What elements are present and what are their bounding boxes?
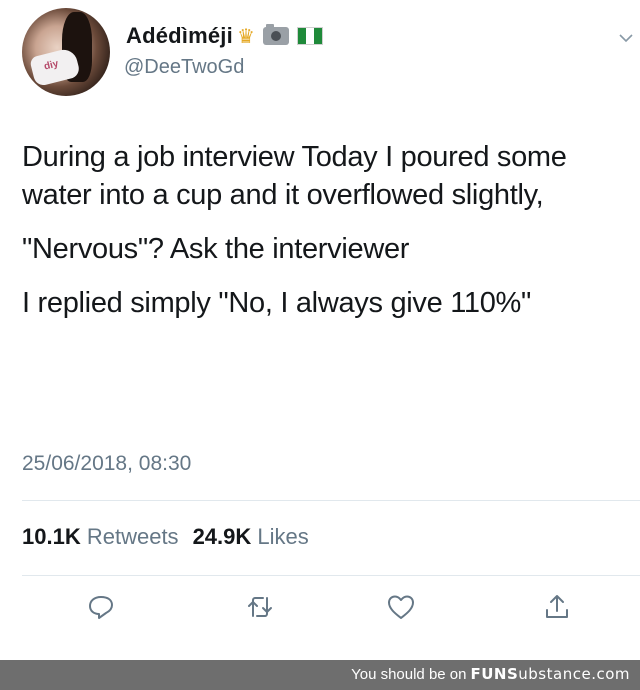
- tweet-text: During a job interview Today I poured so…: [22, 138, 632, 338]
- retweets-label: Retweets: [86, 524, 179, 549]
- reply-icon: [89, 596, 113, 619]
- footer-prefix: You should be on: [351, 666, 467, 683]
- camera-emoji-icon: [262, 24, 289, 45]
- engagement-stats: 10.1K Retweets 24.9K Likes: [22, 524, 309, 550]
- avatar[interactable]: diy: [22, 8, 110, 96]
- watermark-footer: You should be on FUNSubstance.com: [0, 660, 640, 690]
- divider: [22, 500, 640, 501]
- share-button[interactable]: [540, 590, 574, 624]
- name-row: Adédìméji ♛: [126, 22, 323, 50]
- tweet-timestamp[interactable]: 25/06/2018, 08:30: [22, 452, 191, 476]
- tweet-paragraph: I replied simply "No, I always give 110%…: [22, 287, 532, 319]
- display-name[interactable]: Adédìméji: [126, 23, 233, 49]
- retweet-icon: [248, 597, 272, 617]
- retweet-button[interactable]: [243, 590, 277, 624]
- tweet-card: diy Adédìméji ♛ @DeeTwoGd During a job i…: [0, 0, 640, 660]
- footer-brand[interactable]: FUNSubstance.com: [470, 665, 630, 683]
- heart-icon: [388, 595, 414, 619]
- chevron-down-icon[interactable]: [618, 30, 634, 46]
- tweet-paragraph: During a job interview Today I poured so…: [22, 141, 567, 211]
- divider: [22, 575, 640, 576]
- retweets-stat[interactable]: 10.1K Retweets: [22, 524, 179, 550]
- user-handle[interactable]: @DeeTwoGd: [124, 56, 244, 79]
- tweet-paragraph: "Nervous"? Ask the interviewer: [22, 233, 410, 265]
- crown-emoji-icon: ♛: [236, 25, 255, 48]
- likes-label: Likes: [257, 524, 309, 549]
- share-icon: [546, 595, 568, 618]
- likes-count: 24.9K: [192, 524, 252, 549]
- footer-text: You should be on FUNSubstance.com: [351, 665, 630, 683]
- retweets-count: 10.1K: [22, 524, 81, 549]
- tweet-actions: [0, 590, 640, 630]
- nigeria-flag-emoji-icon: [296, 27, 323, 45]
- like-button[interactable]: [384, 590, 418, 624]
- reply-button[interactable]: [84, 590, 118, 624]
- likes-stat[interactable]: 24.9K Likes: [193, 524, 309, 550]
